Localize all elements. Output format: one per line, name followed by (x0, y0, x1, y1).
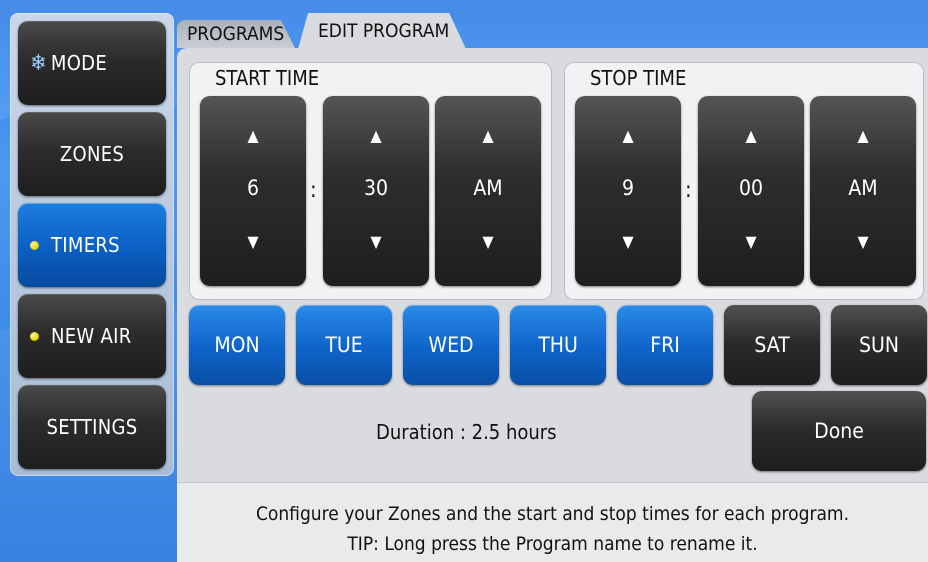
done-label: Done (814, 419, 864, 443)
snowflake-icon: ❄ (30, 50, 47, 76)
decrement-arrow-icon[interactable]: ▼ (200, 232, 306, 251)
duration-text: Duration : 2.5 hours (376, 420, 557, 444)
stop-hour-spinner: ▲ 9 ▼ (575, 96, 681, 286)
day-button-sat[interactable]: SAT (724, 305, 820, 385)
day-label: FRI (650, 333, 680, 357)
day-label: THU (538, 333, 578, 357)
done-button[interactable]: Done (752, 391, 926, 471)
day-label: TUE (325, 333, 363, 357)
side-nav: ❄ MODE ZONES TIMERS NEW AIR SETTINGS (10, 13, 174, 476)
day-button-sun[interactable]: SUN (831, 305, 927, 385)
nav-mode-button[interactable]: ❄ MODE (18, 21, 166, 105)
day-label: SUN (859, 333, 899, 357)
stop-minute-value: 00 (738, 176, 764, 200)
start-hour-value: 6 (246, 176, 260, 200)
day-button-thu[interactable]: THU (510, 305, 606, 385)
nav-zones-label: ZONES (59, 142, 125, 166)
indicator-dot-icon (30, 240, 39, 250)
decrement-arrow-icon[interactable]: ▼ (698, 232, 804, 251)
stop-hour-value: 9 (621, 176, 635, 200)
nav-settings-label: SETTINGS (46, 415, 138, 439)
increment-arrow-icon[interactable]: ▲ (200, 126, 306, 145)
nav-settings-button[interactable]: SETTINGS (18, 385, 166, 469)
decrement-arrow-icon[interactable]: ▼ (435, 232, 541, 251)
nav-new-air-button[interactable]: NEW AIR (18, 294, 166, 378)
nav-mode-label: MODE (50, 51, 108, 75)
start-time-title: START TIME (215, 66, 320, 90)
help-text-line2: TIP: Long press the Program name to rena… (347, 533, 758, 555)
stop-ampm-value: AM (848, 176, 878, 200)
increment-arrow-icon[interactable]: ▲ (575, 126, 681, 145)
tab-edit-program[interactable]: EDIT PROGRAM (298, 13, 466, 49)
help-panel: Configure your Zones and the start and s… (177, 482, 928, 562)
day-button-fri[interactable]: FRI (617, 305, 713, 385)
start-minute-value: 30 (363, 176, 389, 200)
increment-arrow-icon[interactable]: ▲ (810, 126, 916, 145)
decrement-arrow-icon[interactable]: ▼ (323, 232, 429, 251)
day-label: WED (428, 333, 474, 357)
day-label: MON (214, 333, 260, 357)
start-ampm-value: AM (473, 176, 503, 200)
nav-timers-label: TIMERS (51, 233, 120, 257)
tab-programs-label: PROGRAMS (187, 23, 285, 45)
start-hour-spinner: ▲ 6 ▼ (200, 96, 306, 286)
stop-minute-spinner: ▲ 00 ▼ (698, 96, 804, 286)
day-button-mon[interactable]: MON (189, 305, 285, 385)
stop-time-title: STOP TIME (590, 66, 687, 90)
decrement-arrow-icon[interactable]: ▼ (810, 232, 916, 251)
indicator-dot-icon (30, 331, 39, 341)
increment-arrow-icon[interactable]: ▲ (323, 126, 429, 145)
start-ampm-spinner: ▲ AM ▼ (435, 96, 541, 286)
help-text-line1: Configure your Zones and the start and s… (255, 503, 850, 525)
nav-zones-button[interactable]: ZONES (18, 112, 166, 196)
day-button-tue[interactable]: TUE (296, 305, 392, 385)
day-button-wed[interactable]: WED (403, 305, 499, 385)
increment-arrow-icon[interactable]: ▲ (435, 126, 541, 145)
tab-edit-program-label: EDIT PROGRAM (318, 20, 450, 42)
time-separator: : (310, 178, 317, 203)
increment-arrow-icon[interactable]: ▲ (698, 126, 804, 145)
time-separator: : (685, 178, 692, 203)
nav-new-air-label: NEW AIR (51, 324, 132, 348)
tab-programs[interactable]: PROGRAMS (177, 20, 295, 48)
nav-timers-button[interactable]: TIMERS (18, 203, 166, 287)
decrement-arrow-icon[interactable]: ▼ (575, 232, 681, 251)
start-minute-spinner: ▲ 30 ▼ (323, 96, 429, 286)
stop-ampm-spinner: ▲ AM ▼ (810, 96, 916, 286)
day-label: SAT (754, 333, 790, 357)
